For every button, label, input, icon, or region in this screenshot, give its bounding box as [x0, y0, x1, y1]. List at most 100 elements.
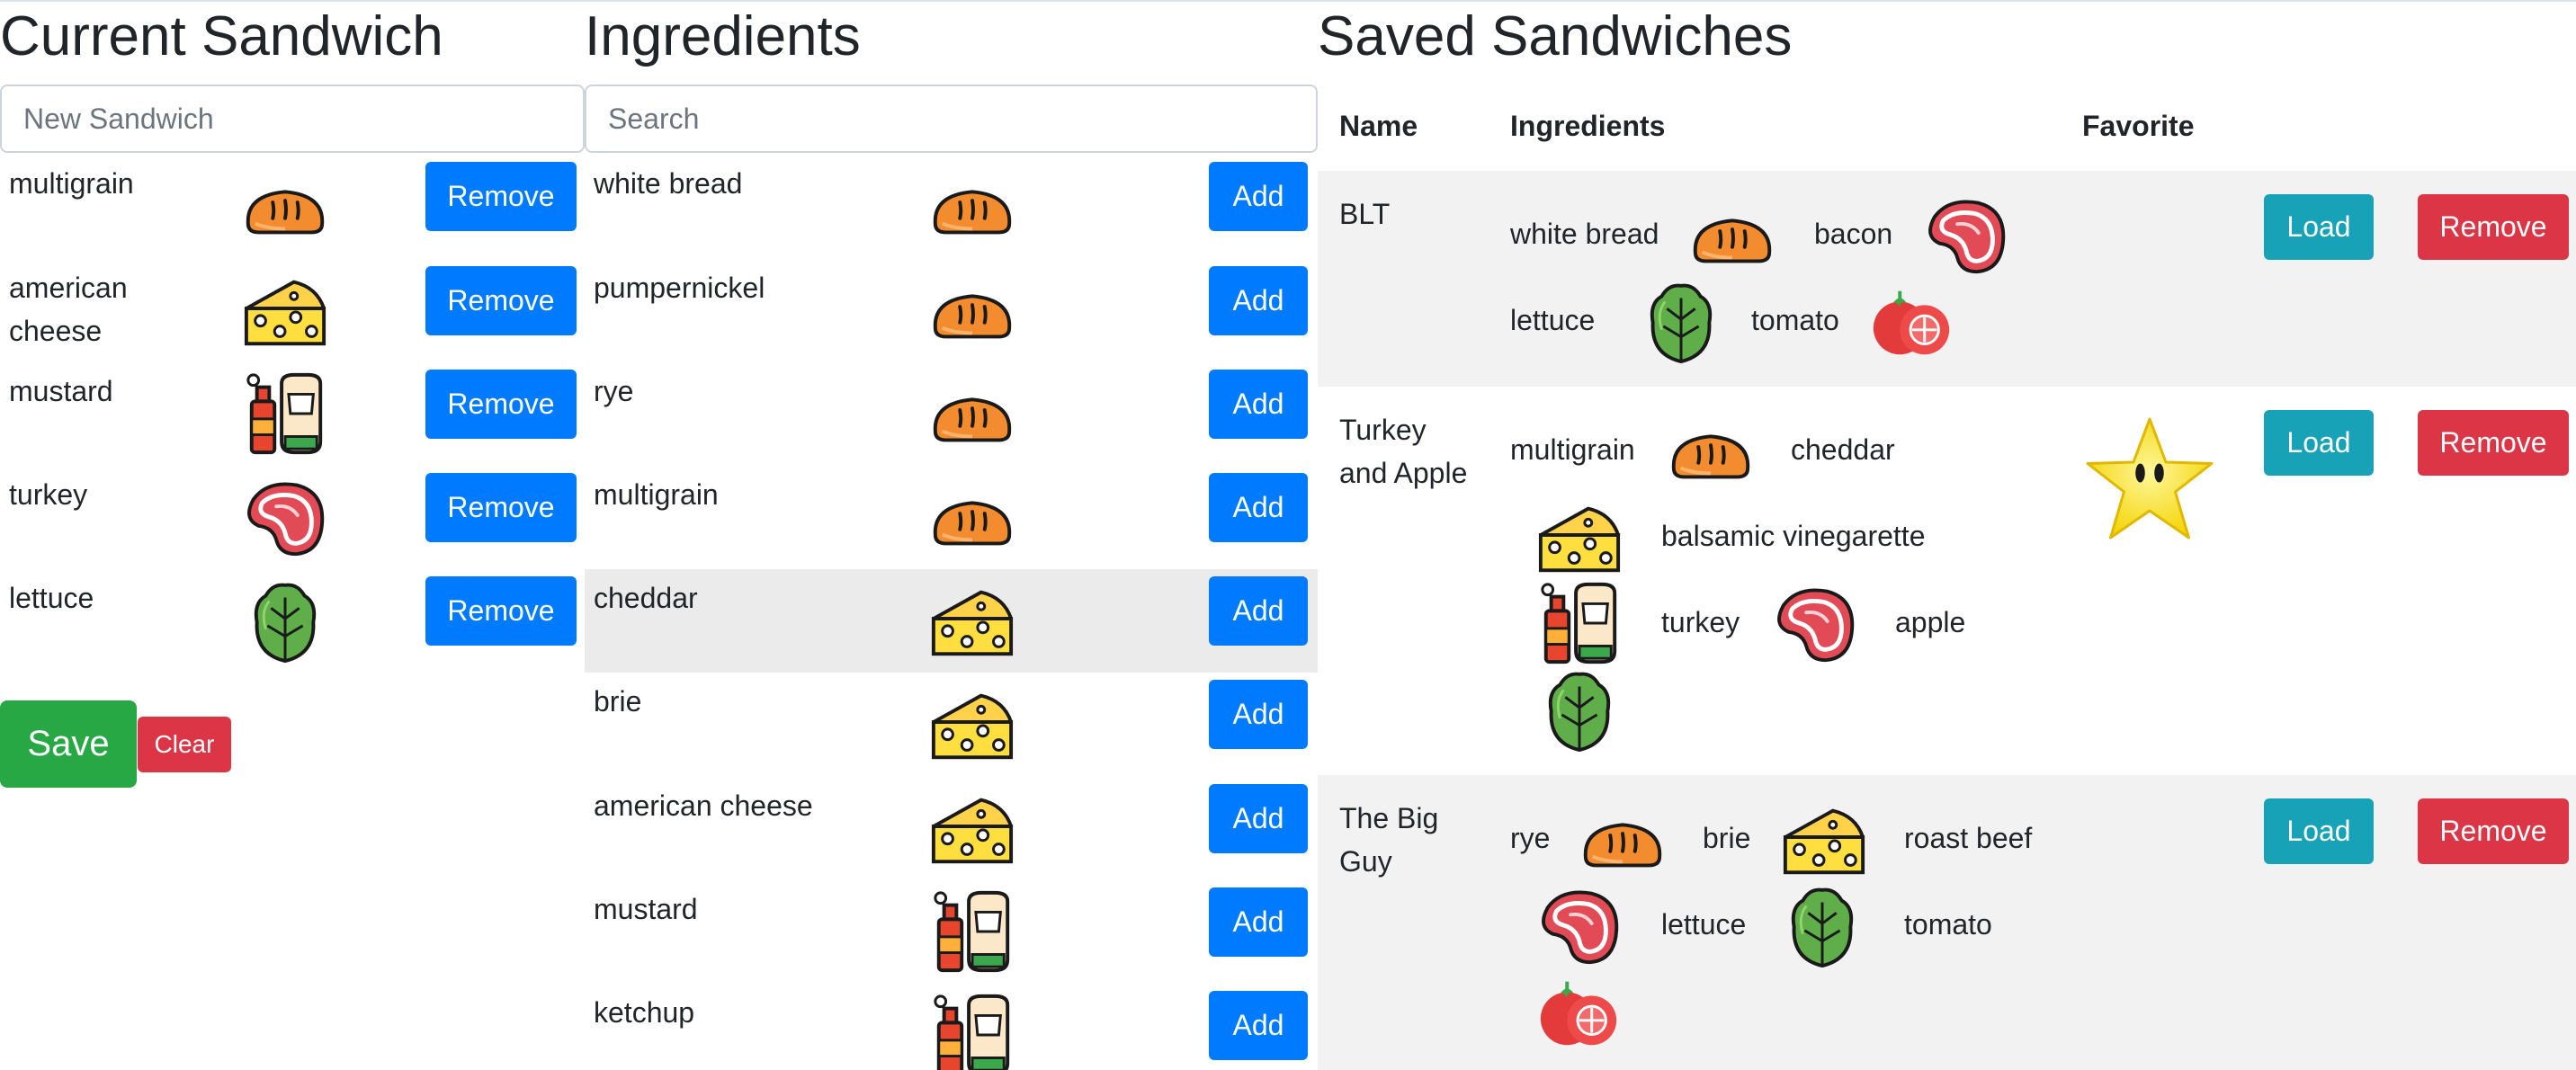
tomato-icon: [1535, 967, 1623, 1056]
saved-ingredient-label: lettuce: [1510, 304, 1596, 336]
saved-ingredient-label: roast beef: [1904, 822, 2033, 854]
saved-sandwich-row: BLT white bread bacon lettuce tomato Loa…: [1318, 171, 2576, 387]
add-ingredient-button[interactable]: Add: [1209, 576, 1308, 646]
lettuce-icon: [1778, 881, 1866, 969]
remove-sandwich-button[interactable]: Remove: [2418, 410, 2569, 476]
saved-sandwich-row: The Big Guy rye brie roast beef lettuce …: [1318, 775, 2576, 1070]
cheese-icon: [1535, 493, 1623, 581]
add-ingredient-button[interactable]: Add: [1209, 370, 1308, 439]
add-ingredient-button[interactable]: Add: [1209, 266, 1308, 335]
remove-ingredient-button[interactable]: Remove: [425, 370, 577, 439]
saved-table-header: Name Ingredients Favorite: [1318, 90, 2576, 171]
bread-icon: [928, 473, 1016, 561]
ingredient-search-input[interactable]: [585, 85, 1318, 153]
ingredient-label: american cheese: [594, 789, 813, 822]
ingredient-label: pumpernickel: [594, 272, 765, 304]
ingredients-title: Ingredients: [585, 5, 861, 67]
meat-icon: [241, 473, 329, 561]
add-ingredient-button[interactable]: Add: [1209, 991, 1308, 1060]
meat-icon: [1922, 191, 2010, 279]
bread-icon: [928, 162, 1016, 250]
ingredient-label: white bread: [594, 167, 743, 200]
remove-ingredient-button[interactable]: Remove: [425, 162, 577, 231]
current-item-label: mustard: [9, 375, 113, 407]
saved-ingredient-label: tomato: [1904, 908, 1992, 941]
cheese-icon: [1780, 795, 1868, 883]
ingredient-row: pumpernickel Add: [585, 259, 1318, 362]
saved-ingredient-label: apple: [1895, 606, 1966, 638]
condiment-icon: [928, 887, 1016, 976]
add-ingredient-button[interactable]: Add: [1209, 784, 1308, 853]
current-item-row: lettuce Remove: [0, 569, 585, 673]
saved-ingredient-label: multigrain: [1510, 433, 1635, 466]
load-sandwich-button[interactable]: Load: [2264, 194, 2374, 260]
remove-sandwich-button[interactable]: Remove: [2418, 798, 2569, 864]
ingredient-row-hovered: cheddar Add: [585, 569, 1318, 673]
current-item-row: american cheese Remove: [0, 259, 585, 362]
ingredient-label: brie: [594, 685, 642, 718]
current-item-label: american cheese: [9, 272, 128, 347]
ingredient-label: rye: [594, 375, 634, 407]
ingredient-label: ketchup: [594, 996, 695, 1029]
current-sandwich-title: Current Sandwich: [0, 5, 443, 67]
add-ingredient-button[interactable]: Add: [1209, 680, 1308, 749]
lettuce-icon: [1637, 277, 1725, 365]
saved-sandwich-name: BLT: [1339, 198, 1391, 230]
column-header-name: Name: [1339, 110, 1418, 142]
saved-sandwiches-title: Saved Sandwiches: [1318, 5, 1793, 67]
saved-sandwich-row: Turkey and Apple multigrain cheddar bals…: [1318, 387, 2576, 775]
ingredient-row: white bread Add: [585, 155, 1318, 258]
remove-ingredient-button[interactable]: Remove: [425, 473, 577, 542]
ingredient-row: american cheese Add: [585, 777, 1318, 880]
ingredient-row: multigrain Add: [585, 466, 1318, 569]
remove-ingredient-button[interactable]: Remove: [425, 266, 577, 335]
ingredient-label: cheddar: [594, 582, 698, 614]
bread-icon: [241, 162, 329, 250]
lettuce-icon: [1535, 665, 1623, 753]
saved-ingredient-label: lettuce: [1661, 908, 1747, 941]
load-sandwich-button[interactable]: Load: [2264, 798, 2374, 864]
saved-ingredient-label: white bread: [1510, 218, 1659, 250]
saved-ingredient-label: turkey: [1661, 606, 1740, 638]
ingredient-row: ketchup Add: [585, 984, 1318, 1070]
ingredient-label: multigrain: [594, 478, 719, 511]
bread-icon: [928, 266, 1016, 354]
current-item-label: lettuce: [9, 582, 94, 614]
bread-icon: [1667, 406, 1755, 495]
saved-ingredient-label: bacon: [1814, 218, 1893, 250]
condiment-icon: [241, 370, 329, 458]
clear-button[interactable]: Clear: [138, 717, 231, 772]
add-ingredient-button[interactable]: Add: [1209, 473, 1308, 542]
ingredient-row: rye Add: [585, 362, 1318, 466]
cheese-icon: [241, 266, 329, 354]
sandwich-name-input[interactable]: [0, 85, 585, 153]
add-ingredient-button[interactable]: Add: [1209, 887, 1308, 957]
column-header-ingredients: Ingredients: [1510, 110, 1666, 142]
add-ingredient-button[interactable]: Add: [1209, 162, 1308, 231]
meat-icon: [1771, 579, 1859, 667]
favorite-star-icon[interactable]: [2082, 414, 2217, 548]
remove-sandwich-button[interactable]: Remove: [2418, 194, 2569, 260]
saved-ingredient-label: tomato: [1751, 304, 1839, 336]
load-sandwich-button[interactable]: Load: [2264, 410, 2374, 476]
ingredient-row: brie Add: [585, 673, 1318, 776]
bread-icon: [928, 370, 1016, 458]
saved-ingredient-label: balsamic vinegarette: [1661, 520, 1926, 552]
save-button[interactable]: Save: [0, 700, 137, 788]
condiment-icon: [1535, 579, 1623, 667]
saved-sandwich-name: The Big Guy: [1339, 802, 1439, 878]
current-item-label: turkey: [9, 478, 88, 511]
ingredients-panel: Ingredients white bread Add pumpernickel…: [585, 0, 1318, 1070]
bread-icon: [1688, 191, 1776, 279]
current-sandwich-panel: Current Sandwich multigrain Remove ameri…: [0, 0, 585, 1070]
cheese-icon: [928, 680, 1016, 768]
saved-ingredient-label: rye: [1510, 822, 1551, 854]
current-item-row: multigrain Remove: [0, 155, 585, 258]
saved-ingredient-label: cheddar: [1791, 433, 1895, 466]
tomato-icon: [1868, 277, 1956, 365]
saved-sandwich-name: Turkey and Apple: [1339, 414, 1468, 489]
bread-icon: [1579, 795, 1667, 883]
cheese-icon: [928, 576, 1016, 664]
remove-ingredient-button[interactable]: Remove: [425, 576, 577, 646]
saved-ingredient-label: brie: [1703, 822, 1751, 854]
